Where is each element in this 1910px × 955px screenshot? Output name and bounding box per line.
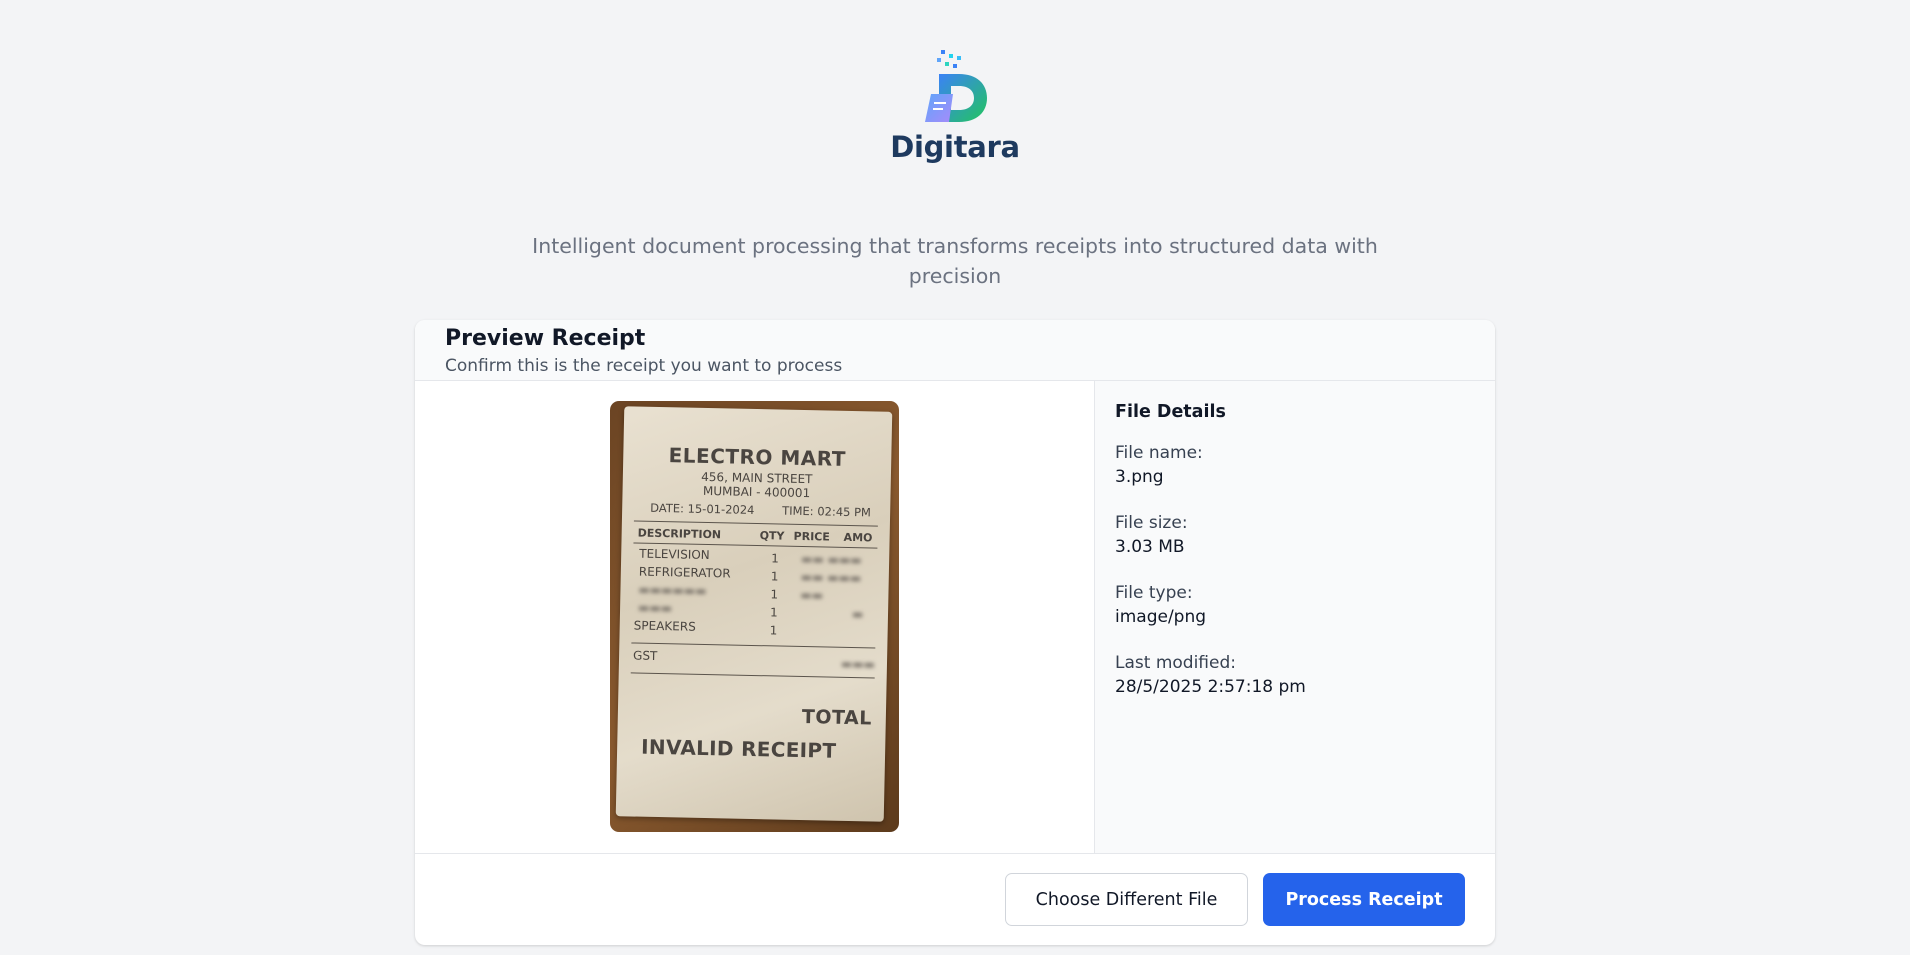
- receipt-divider: [631, 642, 876, 649]
- card-header: Preview Receipt Confirm this is the rece…: [415, 320, 1495, 381]
- receipt-store-name: ELECTRO MART: [668, 443, 847, 471]
- preview-card: Preview Receipt Confirm this is the rece…: [415, 320, 1495, 945]
- receipt-item-description: TELEVISION: [639, 546, 710, 563]
- file-detail-value: 3.png: [1115, 467, 1164, 487]
- receipt-col-qty: QTY: [759, 529, 785, 543]
- receipt-preview-image: ELECTRO MART 456, MAIN STREET MUMBAI - 4…: [610, 401, 899, 832]
- digitara-logo-icon: [925, 50, 987, 122]
- file-detail-label: File name:: [1115, 443, 1203, 463]
- receipt-item-blurred-amount: ▬▬: [800, 587, 824, 603]
- receipt-tax-blurred-amount: ▬▬▬: [840, 656, 876, 672]
- receipt-item-blurred-amount: ▬▬ ▬▬▬: [800, 569, 862, 586]
- file-details-heading: File Details: [1115, 402, 1226, 422]
- receipt-date: DATE: 15-01-2024: [650, 500, 755, 517]
- card-subtitle: Confirm this is the receipt you want to …: [445, 356, 843, 376]
- brand-header: Digitara: [0, 48, 1910, 164]
- brand-name: Digitara: [890, 130, 1020, 164]
- receipt-col-amount: AMO: [843, 530, 873, 545]
- file-detail-label: Last modified:: [1115, 653, 1236, 673]
- receipt-total-label: TOTAL: [801, 706, 873, 730]
- preview-pane: ELECTRO MART 456, MAIN STREET MUMBAI - 4…: [415, 381, 1095, 853]
- receipt-col-price: PRICE: [793, 529, 830, 544]
- receipt-item-description: REFRIGERATOR: [638, 564, 731, 581]
- file-detail-label: File type:: [1115, 583, 1193, 603]
- receipt-item-description: SPEAKERS: [633, 618, 696, 634]
- file-detail-label: File size:: [1115, 513, 1188, 533]
- file-detail-size: File size: 3.03 MB: [1115, 511, 1475, 559]
- file-details-pane: File Details File name: 3.png File size:…: [1095, 381, 1495, 853]
- receipt-divider: [633, 520, 878, 527]
- receipt-divider: [630, 672, 875, 679]
- receipt-item-blurred-amount: ▬: [851, 607, 864, 622]
- card-body: ELECTRO MART 456, MAIN STREET MUMBAI - 4…: [415, 381, 1495, 854]
- file-detail-value: image/png: [1115, 607, 1207, 627]
- receipt-item-qty: 1: [770, 587, 779, 602]
- receipt-item-blurred-description: ▬▬▬: [637, 600, 673, 616]
- choose-different-file-button[interactable]: Choose Different File: [1005, 873, 1248, 926]
- receipt-time: TIME: 02:45 PM: [782, 503, 872, 520]
- tagline: Intelligent document processing that tra…: [532, 234, 1378, 288]
- receipt-item-qty: 1: [769, 623, 778, 638]
- receipt-item-qty: 1: [770, 569, 779, 584]
- card-title: Preview Receipt: [445, 326, 646, 351]
- file-detail-name: File name: 3.png: [1115, 441, 1475, 489]
- receipt-item-qty: 1: [771, 551, 779, 566]
- receipt-tax-label: GST: [632, 648, 658, 663]
- file-detail-modified: Last modified: 28/5/2025 2:57:18 pm: [1115, 651, 1475, 699]
- file-detail-value: 3.03 MB: [1115, 537, 1185, 557]
- process-receipt-button[interactable]: Process Receipt: [1263, 873, 1465, 926]
- receipt-item-blurred-amount: ▬▬ ▬▬▬: [801, 551, 862, 568]
- receipt-item-qty: 1: [769, 605, 778, 620]
- card-footer: Choose Different File Process Receipt: [415, 854, 1495, 945]
- receipt-paper: ELECTRO MART 456, MAIN STREET MUMBAI - 4…: [615, 406, 893, 822]
- file-detail-type: File type: image/png: [1115, 581, 1475, 629]
- receipt-invalid-stamp: INVALID RECEIPT: [640, 734, 837, 763]
- file-detail-value: 28/5/2025 2:57:18 pm: [1115, 677, 1306, 697]
- receipt-col-description: DESCRIPTION: [637, 526, 722, 542]
- receipt-item-blurred-description: ▬▬▬▬▬▬: [638, 582, 707, 598]
